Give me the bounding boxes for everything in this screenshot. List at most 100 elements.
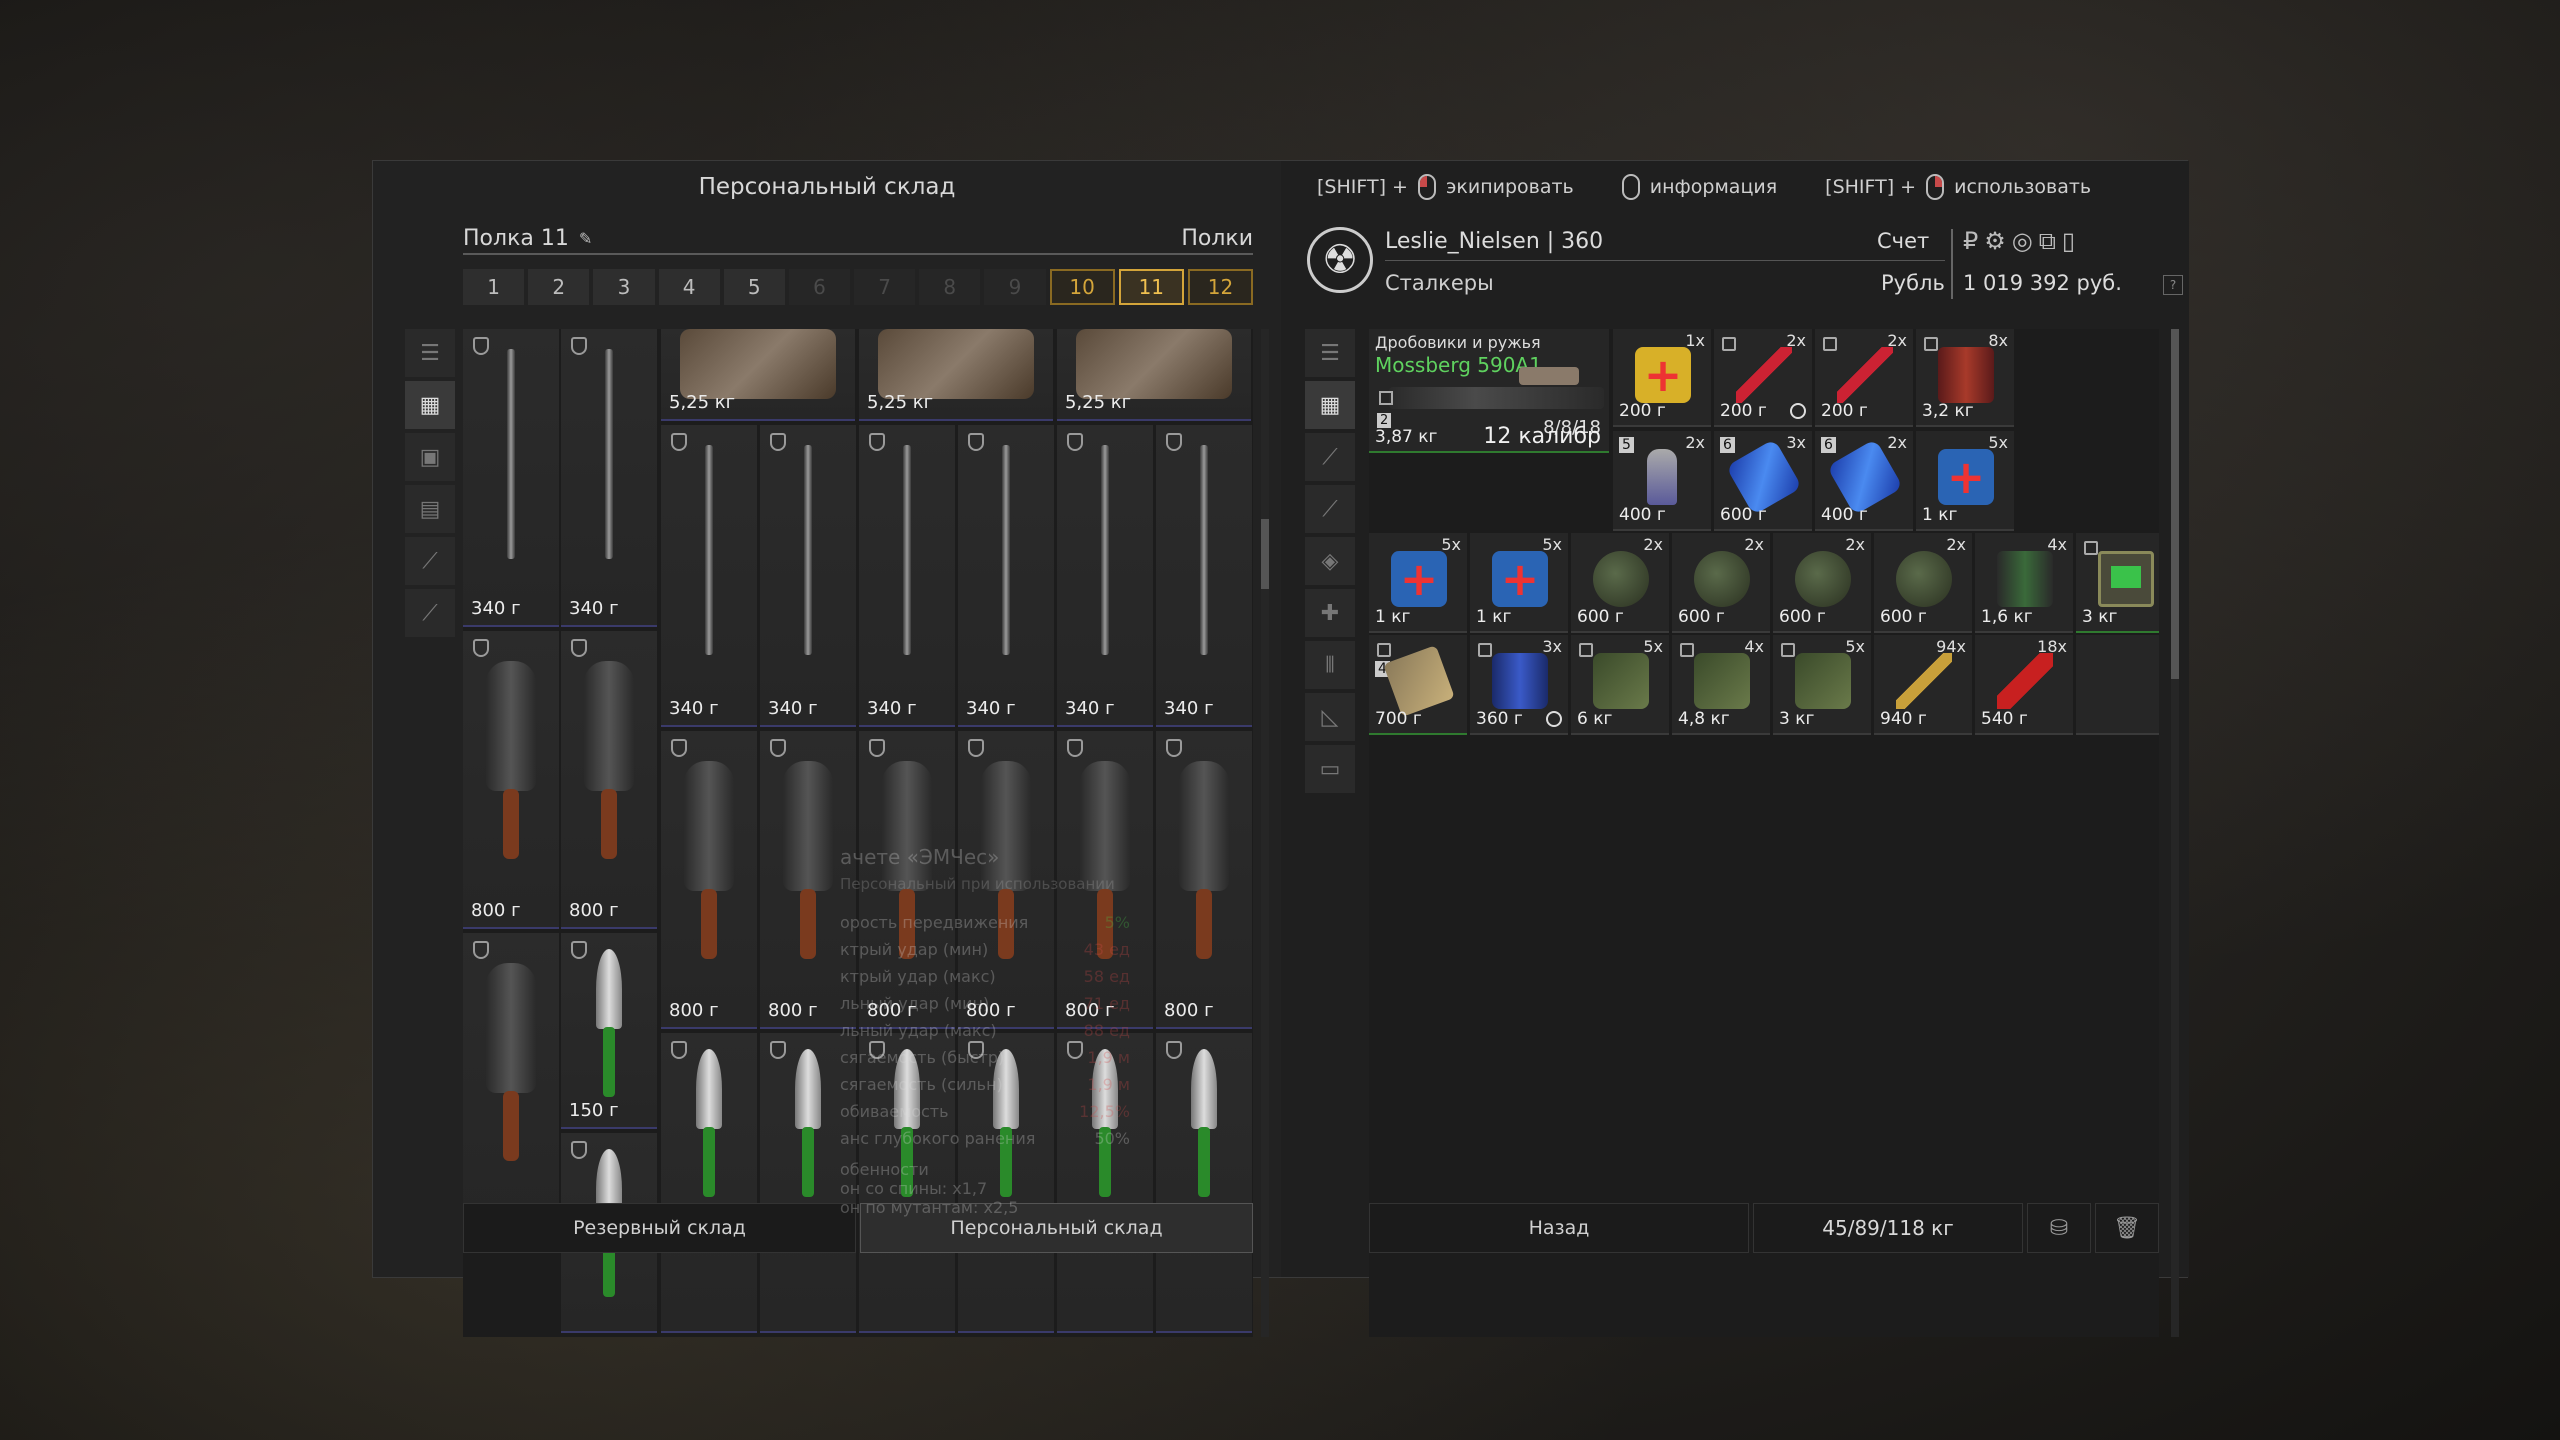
item-weight: 5,25 кг [669,392,736,413]
device-item[interactable]: 3 кг [2076,533,2159,633]
gadget-icon [1383,645,1455,717]
vial-item[interactable]: 6 2x 400 г [1815,431,1913,531]
stat-value: 50% [1094,1129,1130,1148]
baton-item[interactable]: 340 г [463,329,559,627]
scrollbar-thumb[interactable] [1261,519,1269,589]
item-weight: 4,8 кг [1678,709,1730,729]
ruble-icon[interactable]: ₽ [1963,227,1978,255]
scrollbar-thumb[interactable] [2171,329,2179,679]
machete-item[interactable]: 800 г [661,731,757,1029]
rifle-filter-icon[interactable]: ⟋ [405,537,455,585]
grenade-item[interactable]: 2x 600 г [1773,533,1871,633]
item-weight: 5,25 кг [867,392,934,413]
can-item[interactable]: 4x 1,6 кг [1975,533,2073,633]
item-weight: 600 г [1779,607,1826,627]
spray-item[interactable]: 5 2x 400 г [1613,431,1711,531]
card-icon[interactable]: ▯ [2062,227,2075,255]
list-view-icon[interactable]: ☰ [405,329,455,377]
knife-item[interactable]: 150 г [561,933,657,1129]
ammo-filter-icon[interactable]: ⦀ [1305,641,1355,689]
baton-item[interactable]: 340 г [561,329,657,627]
grenade-item[interactable]: 2x 600 г [1874,533,1972,633]
grid-view-icon[interactable]: ▦ [405,381,455,429]
armor-filter-icon[interactable]: ▣ [405,433,455,481]
launcher-item[interactable]: 4x 4,8 кг [1672,635,1770,735]
list-view-icon[interactable]: ☰ [1305,329,1355,377]
armor-item[interactable]: 5,25 кг [1057,329,1251,421]
baton-item[interactable]: 340 г [958,425,1054,727]
grid-view-icon[interactable]: ▦ [1305,381,1355,429]
armor-item[interactable]: 5,25 кг [859,329,1053,421]
knife-item[interactable] [661,1033,757,1333]
machete-item[interactable]: 800 г [463,631,559,929]
shield-icon [473,639,489,657]
armor-item[interactable]: 5,25 кг [661,329,855,421]
inventory-scrollbar[interactable] [2171,329,2179,1337]
launcher-item[interactable]: 5x 6 кг [1571,635,1669,735]
machete-item[interactable]: 800 г [561,631,657,929]
tube-item[interactable]: 3x 360 г [1470,635,1568,735]
medkit-filter-icon[interactable]: ✚ [1305,589,1355,637]
medkit-item[interactable]: 5x 1 кг [1916,431,2014,531]
shelf-name: Полка 11 ✎ [463,226,597,251]
baton-item[interactable]: 340 г [760,425,856,727]
shelf-tab-8[interactable]: 8 [919,269,981,305]
baton-icon [1200,445,1208,655]
shelf-tab-5[interactable]: 5 [723,269,785,305]
can-item[interactable]: 8x 3,2 кг [1916,329,2014,427]
baton-item[interactable]: 340 г [1057,425,1153,727]
ammo-item[interactable]: 18x 540 г [1975,635,2073,735]
reserve-storage-button[interactable]: Резервный склад [463,1203,856,1253]
injector-item[interactable]: 2x 200 г [1714,329,1812,427]
shelf-tab-7[interactable]: 7 [854,269,916,305]
misc-filter-icon[interactable]: ▭ [1305,745,1355,793]
item-weight: 340 г [1164,698,1214,719]
gadget-item[interactable]: 4 700 г [1369,635,1467,735]
coin-icon[interactable]: ◎ [2012,227,2033,255]
injector-item[interactable]: 2x 200 г [1815,329,1913,427]
ammo-item[interactable]: 94x 940 г [1874,635,1972,735]
container-filter-icon[interactable]: ▤ [405,485,455,533]
baton-item[interactable]: 340 г [661,425,757,727]
medkit-item[interactable]: 5x 1 кг [1369,533,1467,633]
medkit-item[interactable]: 5x 1 кг [1470,533,1568,633]
rifle-filter-icon[interactable]: ⟋ [1305,433,1355,481]
machete-item[interactable] [463,933,559,1233]
shelf-tab-4[interactable]: 4 [658,269,720,305]
weight-icon[interactable]: ⛁ [2027,1203,2091,1253]
money-amount: 1 019 392 руб. [1963,271,2122,295]
token-icon[interactable]: ⧉ [2039,227,2056,255]
shelf-tab-3[interactable]: 3 [593,269,655,305]
shelf-tab-10[interactable]: 10 [1049,269,1115,305]
medkit-item[interactable]: 1x 200 г [1613,329,1711,427]
shield-icon [770,739,786,757]
medkit-icon [1635,347,1691,403]
grenade-item[interactable]: 2x 600 г [1672,533,1770,633]
trash-icon[interactable]: 🗑 [2095,1203,2159,1253]
shelf-tab-11[interactable]: 11 [1118,269,1184,305]
weapon-item[interactable]: Дробовики и ружья Mossberg 590A1 2 8/8/1… [1369,329,1609,453]
stat-name: сягаемость (сильн) [840,1075,1003,1094]
gear-currency-icon[interactable]: ⚙ [1984,227,2006,255]
launcher-item[interactable]: 5x 3 кг [1773,635,1871,735]
help-icon[interactable]: ? [2163,275,2183,295]
shelf-tab-12[interactable]: 12 [1187,269,1254,305]
pencil-icon[interactable]: ✎ [579,229,597,248]
item-quantity: 5x [1845,637,1865,656]
vial-item[interactable]: 6 3x 600 г [1714,431,1812,531]
shelf-tab-2[interactable]: 2 [528,269,590,305]
tube-icon [1492,653,1548,709]
empty-slot[interactable] [2076,635,2159,735]
grenade-filter-icon[interactable]: ◈ [1305,537,1355,585]
shelf-tab-6[interactable]: 6 [788,269,851,305]
tools-filter-icon[interactable]: ◺ [1305,693,1355,741]
shelf-tab-9[interactable]: 9 [984,269,1046,305]
baton-item[interactable]: 340 г [1156,425,1252,727]
item-weight: 200 г [1619,401,1666,421]
grenade-item[interactable]: 2x 600 г [1571,533,1669,633]
lock-icon [1377,643,1391,657]
melee-filter-icon[interactable]: ⟋ [405,589,455,637]
knife-filter-icon[interactable]: ⟋ [1305,485,1355,533]
baton-item[interactable]: 340 г [859,425,955,727]
shelf-tab-1[interactable]: 1 [463,269,525,305]
